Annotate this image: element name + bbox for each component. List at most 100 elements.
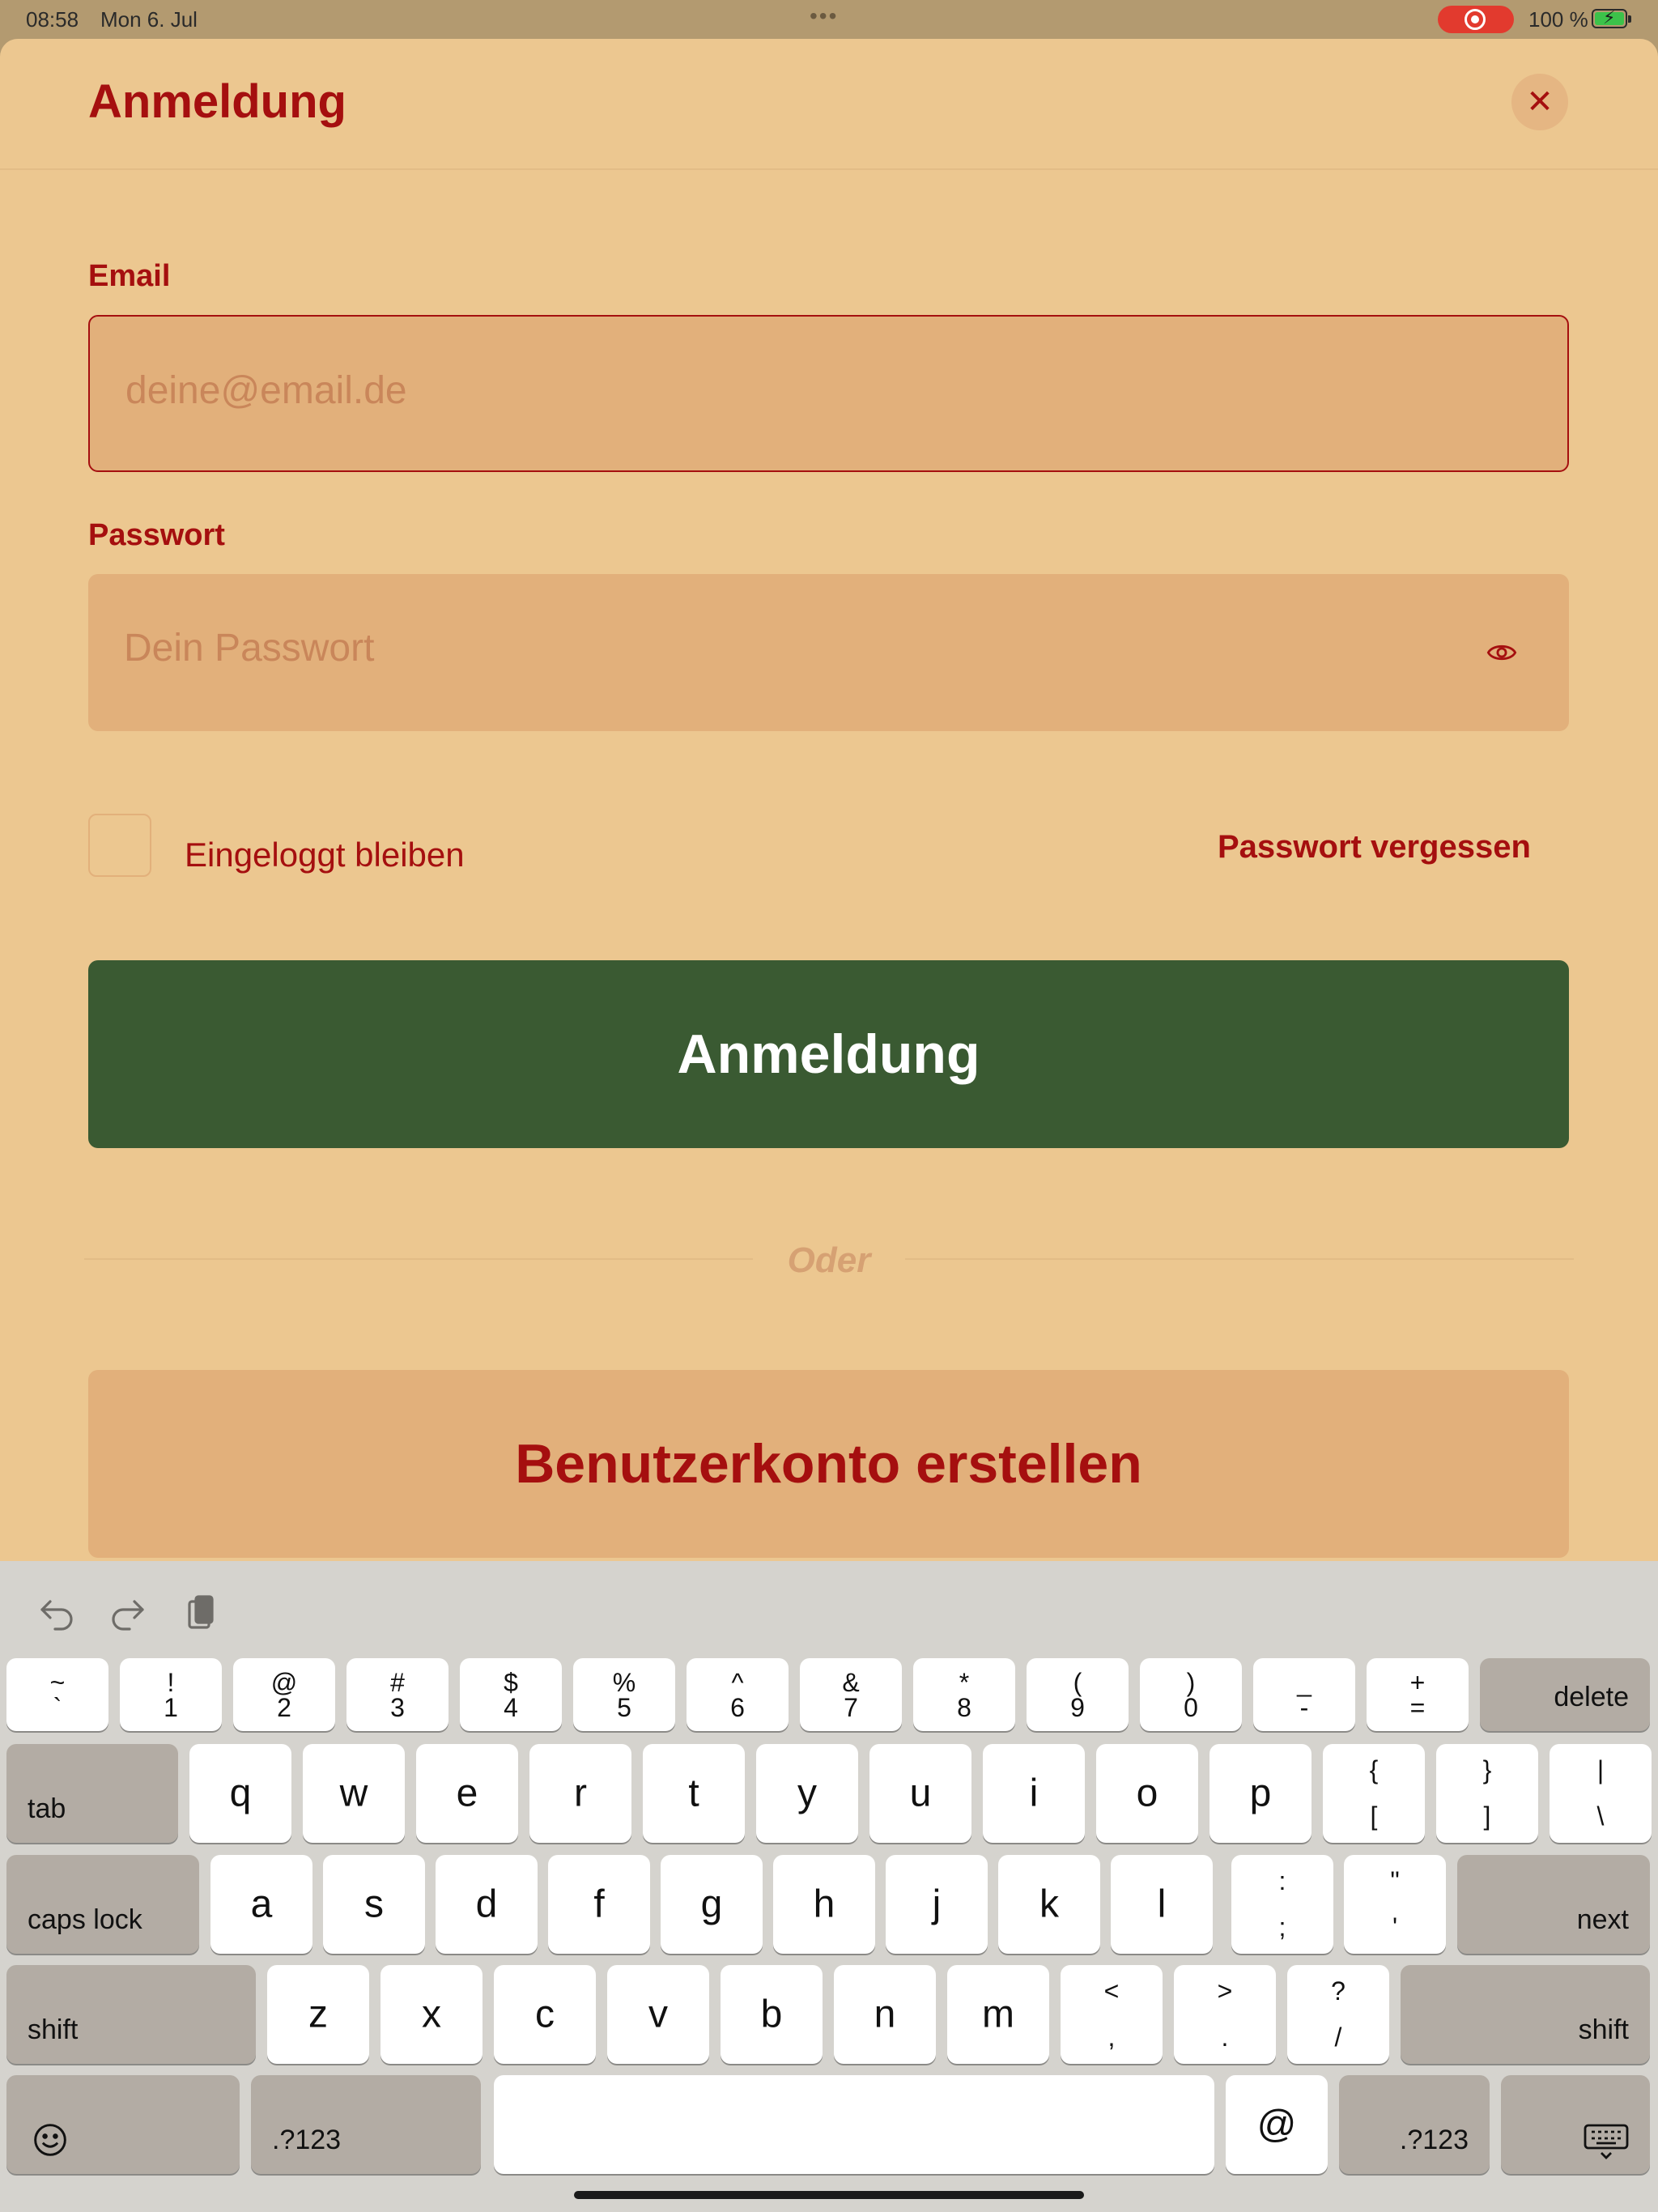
key-12[interactable]: + = bbox=[1367, 1658, 1469, 1731]
key-sym-r2-1[interactable]: }] bbox=[1436, 1744, 1538, 1843]
redo-icon[interactable] bbox=[108, 1593, 147, 1632]
key-g[interactable]: g bbox=[661, 1855, 763, 1954]
key-label: x bbox=[422, 1993, 441, 2036]
key-8[interactable]: * 8 bbox=[913, 1658, 1015, 1731]
key-o[interactable]: o bbox=[1096, 1744, 1198, 1843]
key-sym-r4-1[interactable]: >. bbox=[1174, 1965, 1276, 2064]
password-field[interactable]: Dein Passwort bbox=[88, 574, 1569, 731]
key-shift-left[interactable]: shift bbox=[6, 1965, 256, 2064]
create-account-button[interactable]: Benutzerkonto erstellen bbox=[88, 1370, 1569, 1558]
key-k[interactable]: k bbox=[998, 1855, 1100, 1954]
key-4[interactable]: $4 bbox=[460, 1658, 562, 1731]
key-e[interactable]: e bbox=[416, 1744, 518, 1843]
remember-me-checkbox[interactable] bbox=[88, 814, 151, 877]
paste-clipboard-icon[interactable] bbox=[181, 1593, 220, 1632]
battery-charging-icon: ⚡ bbox=[1592, 7, 1631, 28]
key-10[interactable]: ) 0 bbox=[1140, 1658, 1242, 1731]
key-label: 0 bbox=[1184, 1693, 1198, 1722]
key-label: m bbox=[982, 1993, 1014, 2036]
key-d[interactable]: d bbox=[436, 1855, 538, 1954]
key-z[interactable]: z bbox=[267, 1965, 369, 2064]
login-button[interactable]: Anmeldung bbox=[88, 960, 1569, 1148]
key-at[interactable]: @ bbox=[1226, 2075, 1328, 2174]
key-6[interactable]: ^ 6 bbox=[687, 1658, 789, 1731]
key-0[interactable]: ~ ` bbox=[6, 1658, 108, 1731]
key-label: ; bbox=[1278, 1912, 1286, 1942]
key-sym-r4-0[interactable]: <, bbox=[1061, 1965, 1163, 2064]
key-label: \ bbox=[1596, 1802, 1605, 1831]
home-indicator[interactable] bbox=[574, 2191, 1084, 2199]
key-h[interactable]: h bbox=[773, 1855, 875, 1954]
key-11[interactable]: _ - bbox=[1253, 1658, 1355, 1731]
login-sheet: Anmeldung ✕ Email deine@email.de Passwor… bbox=[0, 39, 1658, 1561]
key-sym-r2-2[interactable]: | \ bbox=[1550, 1744, 1652, 1843]
key-sym-r4-2[interactable]: ? / bbox=[1287, 1965, 1389, 2064]
key-label: delete bbox=[1554, 1682, 1629, 1712]
undo-icon[interactable] bbox=[37, 1593, 76, 1632]
key-y[interactable]: y bbox=[756, 1744, 858, 1843]
key-tab[interactable]: tab bbox=[6, 1744, 178, 1843]
key-t[interactable]: t bbox=[643, 1744, 745, 1843]
key-l[interactable]: l bbox=[1111, 1855, 1213, 1954]
email-label: Email bbox=[88, 259, 171, 293]
key-label: 7 bbox=[844, 1693, 858, 1722]
key-m[interactable]: m bbox=[947, 1965, 1049, 2064]
key-2[interactable]: @2 bbox=[233, 1658, 335, 1731]
key-label: { bbox=[1369, 1755, 1379, 1784]
key-label: @ bbox=[1256, 2103, 1297, 2146]
remember-me-label[interactable]: Eingeloggt bleiben bbox=[185, 836, 465, 874]
key-x[interactable]: x bbox=[380, 1965, 483, 2064]
key-next[interactable]: next bbox=[1457, 1855, 1650, 1954]
key-shift-right[interactable]: shift bbox=[1401, 1965, 1650, 2064]
key-sym-r3-0[interactable]: :; bbox=[1231, 1855, 1333, 1954]
key-label: ` bbox=[53, 1693, 62, 1722]
key-delete[interactable]: delete bbox=[1480, 1658, 1650, 1731]
key-label: a bbox=[250, 1882, 273, 1926]
key-1[interactable]: ! 1 bbox=[120, 1658, 222, 1731]
key-space[interactable] bbox=[494, 2075, 1214, 2174]
key-label: shift bbox=[1578, 2014, 1629, 2045]
key-u[interactable]: u bbox=[869, 1744, 971, 1843]
close-button[interactable]: ✕ bbox=[1511, 74, 1568, 130]
key-label: ] bbox=[1483, 1802, 1491, 1831]
key-r[interactable]: r bbox=[529, 1744, 631, 1843]
key-sym-r3-1[interactable]: " ' bbox=[1344, 1855, 1446, 1954]
key-v[interactable]: v bbox=[607, 1965, 709, 2064]
key-5[interactable]: % 5 bbox=[573, 1658, 675, 1731]
onscreen-keyboard: ~ `! 1 @2 #3 $4% 5 ^ 6 & 7 * 8(9) 0 _ - + = delete tab q w e r t… bbox=[0, 1561, 1658, 2212]
key-f[interactable]: f bbox=[548, 1855, 650, 1954]
email-field[interactable]: deine@email.de bbox=[88, 315, 1569, 472]
or-separator: Oder bbox=[787, 1240, 871, 1280]
screen-recording-icon[interactable] bbox=[1438, 6, 1514, 33]
key-i[interactable]: i bbox=[983, 1744, 1085, 1843]
key-a[interactable]: a bbox=[210, 1855, 312, 1954]
key-c[interactable]: c bbox=[494, 1965, 596, 2064]
forgot-password-link[interactable]: Passwort vergessen bbox=[1218, 829, 1531, 866]
key-label: t bbox=[688, 1772, 699, 1815]
key-b[interactable]: b bbox=[721, 1965, 823, 2064]
key-j[interactable]: j bbox=[886, 1855, 988, 1954]
password-label: Passwort bbox=[88, 518, 225, 552]
multitasking-dots-icon[interactable]: ••• bbox=[810, 3, 838, 29]
key-w[interactable]: w bbox=[303, 1744, 405, 1843]
key-n[interactable]: n bbox=[834, 1965, 936, 2064]
key-p[interactable]: p bbox=[1209, 1744, 1312, 1843]
key-label: } bbox=[1482, 1755, 1492, 1784]
key-9[interactable]: (9 bbox=[1027, 1658, 1129, 1731]
key-7[interactable]: & 7 bbox=[800, 1658, 902, 1731]
key-label: " bbox=[1390, 1866, 1400, 1895]
key-q[interactable]: q bbox=[189, 1744, 291, 1843]
key-label: | bbox=[1596, 1755, 1605, 1784]
show-password-eye-icon[interactable] bbox=[1486, 637, 1517, 668]
key-sym-r2-0[interactable]: {[ bbox=[1323, 1744, 1425, 1843]
key-label: v bbox=[648, 1993, 668, 2036]
key-caps-lock[interactable]: caps lock bbox=[6, 1855, 199, 1954]
key-label: > bbox=[1217, 1976, 1233, 2006]
key-dismiss-keyboard[interactable] bbox=[1501, 2075, 1650, 2174]
key-numbers-left[interactable]: .?123 bbox=[251, 2075, 481, 2174]
page-title: Anmeldung bbox=[88, 75, 346, 128]
key-emoji[interactable] bbox=[6, 2075, 240, 2174]
key-3[interactable]: #3 bbox=[346, 1658, 449, 1731]
key-numbers-right[interactable]: .?123 bbox=[1339, 2075, 1490, 2174]
key-s[interactable]: s bbox=[323, 1855, 425, 1954]
